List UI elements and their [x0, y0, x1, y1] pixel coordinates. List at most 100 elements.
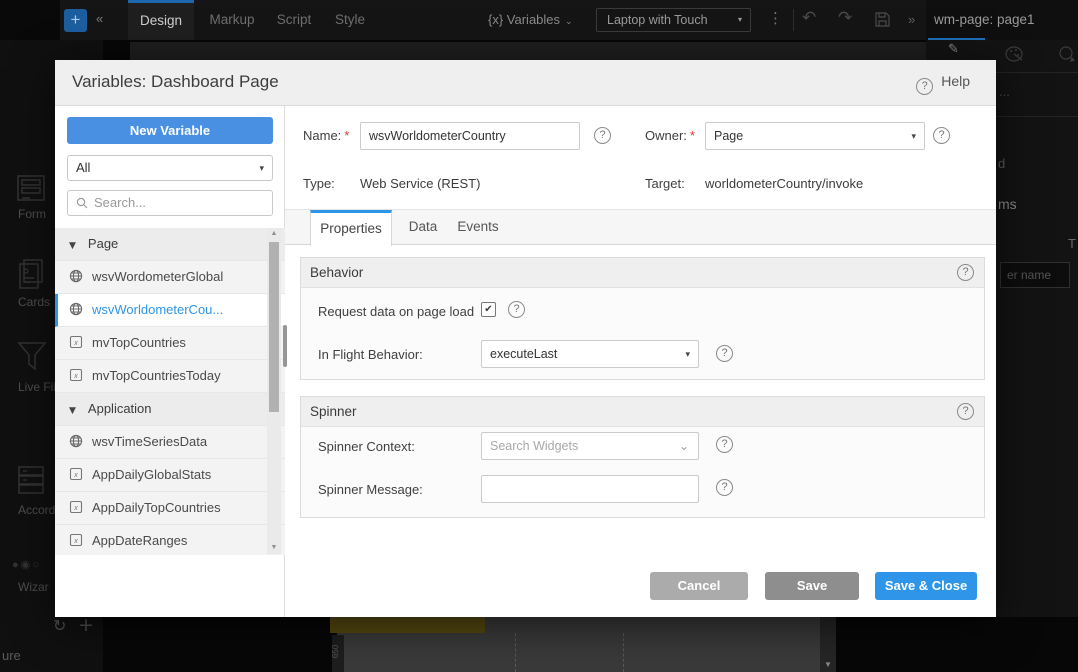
text-fragment: T — [1068, 236, 1076, 251]
spinner-message-help-icon[interactable]: ? — [716, 479, 733, 496]
model-variable-icon: x — [69, 362, 84, 393]
device-select[interactable]: Laptop with Touch ▾ — [596, 8, 751, 32]
tree-item[interactable]: xAppDailyTopCountries — [55, 492, 285, 525]
cancel-button[interactable]: Cancel — [650, 572, 748, 600]
filter-value: All — [76, 160, 90, 175]
palette-icon[interactable] — [1004, 45, 1024, 68]
tree-item-label: mvTopCountriesToday — [92, 368, 221, 383]
help-label: Help — [941, 73, 970, 89]
caret-down-icon: ▼ — [69, 241, 76, 251]
dialog-header: Variables: Dashboard Page ?Help — [55, 60, 996, 106]
refresh-icon[interactable]: ↻ — [53, 616, 66, 635]
chevron-right-double-icon[interactable]: » — [908, 12, 915, 27]
canvas-scrollbar[interactable]: ▼ — [820, 617, 836, 672]
right-panel-remnant: ... d ms T er name — [996, 40, 1078, 617]
chevron-down-icon: ⌄ — [565, 16, 573, 26]
tab-properties[interactable]: Properties — [310, 210, 392, 246]
web-service-icon — [69, 296, 84, 327]
tree-item-label: AppDailyGlobalStats — [92, 467, 211, 482]
tree-item-label: wsvWordometerGlobal — [92, 269, 223, 284]
web-service-icon — [69, 428, 84, 459]
topbar-divider — [793, 9, 794, 31]
collapse-left-icon[interactable]: « — [96, 11, 103, 26]
request-data-help-icon[interactable]: ? — [508, 301, 525, 318]
spinner-help-icon[interactable]: ? — [957, 403, 974, 420]
dialog-title: Variables: Dashboard Page — [72, 72, 279, 92]
tree-item[interactable]: x mvTopCountries — [55, 327, 285, 360]
tree-item-label: wsvWorldometerCou... — [92, 302, 223, 317]
variables-sidebar: New Variable All ▾ Search... ▼ Page wsvWo… — [55, 106, 285, 617]
spinner-message-input[interactable] — [481, 475, 699, 503]
label-text: Name: — [303, 128, 341, 143]
save-file-icon[interactable] — [874, 11, 891, 33]
variables-menu[interactable]: {x} Variables ⌄ — [488, 0, 573, 40]
owner-select[interactable]: Page ▾ — [705, 122, 925, 150]
variable-filter-select[interactable]: All ▾ — [67, 155, 273, 181]
canvas-guide-line — [623, 633, 624, 672]
palette-item-label: Wizar — [18, 580, 49, 594]
variable-search-input[interactable]: Search... — [67, 190, 273, 216]
ruler-label: 650 — [331, 645, 340, 658]
behavior-help-icon[interactable]: ? — [957, 264, 974, 281]
tab-design[interactable]: Design — [128, 0, 194, 40]
request-data-checkbox[interactable]: ✔ — [481, 302, 496, 317]
undo-icon[interactable]: ↶ — [802, 8, 816, 28]
tree-item[interactable]: x mvTopCountriesToday — [55, 360, 285, 393]
name-input-remnant[interactable]: er name — [1000, 262, 1070, 288]
scrollbar-thumb[interactable] — [269, 242, 279, 412]
scroll-down-icon[interactable]: ▼ — [824, 660, 832, 669]
tree-group-page[interactable]: ▼ Page — [55, 228, 285, 261]
tree-item-label: AppDateRanges — [92, 533, 187, 548]
owner-value: Page — [714, 129, 743, 143]
content-scrollbar-thumb[interactable] — [283, 325, 287, 367]
help-link[interactable]: ?Help — [916, 73, 970, 95]
tab-events[interactable]: Events — [453, 210, 503, 246]
caret-down-icon: ▼ — [69, 406, 76, 416]
svg-text:x: x — [73, 538, 78, 545]
tab-data[interactable]: Data — [403, 210, 443, 246]
tree-item[interactable]: x AppDateRanges — [55, 525, 285, 555]
name-help-icon[interactable]: ? — [594, 127, 611, 144]
tree-item[interactable]: wsvWordometerGlobal — [55, 261, 285, 294]
caret-down-icon: ▾ — [911, 123, 916, 149]
new-variable-button[interactable]: New Variable — [67, 117, 273, 144]
svg-text:x: x — [73, 340, 78, 347]
tree-item[interactable]: wsvTimeSeriesData — [55, 426, 285, 459]
text-fragment: ms — [998, 196, 1017, 212]
behavior-section-header: Behavior ? — [301, 258, 984, 288]
caret-down-icon: ▾ — [738, 9, 742, 31]
divider — [996, 72, 1078, 73]
tree-group-label: Page — [88, 236, 118, 251]
add-button[interactable]: + — [64, 9, 87, 32]
tree-item[interactable]: x AppDailyGlobalStats — [55, 459, 285, 492]
inflight-select[interactable]: executeLast ▾ — [481, 340, 699, 368]
tree-item-label: mvTopCountries — [92, 335, 186, 350]
inflight-help-icon[interactable]: ? — [716, 345, 733, 362]
model-variable-icon: x — [69, 329, 84, 360]
kebab-menu-icon[interactable]: ⋮ — [768, 9, 783, 27]
inspect-zoom-icon[interactable] — [1058, 45, 1076, 68]
palette-item-label: Live Filt — [18, 380, 59, 394]
tab-script[interactable]: Script — [266, 0, 322, 40]
pencil-icon[interactable]: ✎ — [948, 42, 959, 57]
svg-text:x: x — [73, 472, 78, 479]
page-breadcrumb[interactable]: wm-page: page1 — [934, 0, 1035, 40]
plus-icon[interactable]: + — [78, 614, 94, 636]
spinner-context-select[interactable]: Search Widgets ⌄ — [481, 432, 699, 460]
tab-markup[interactable]: Markup — [202, 0, 262, 40]
scroll-down-icon[interactable]: ▼ — [267, 542, 281, 554]
tab-style[interactable]: Style — [324, 0, 376, 40]
spinner-context-help-icon[interactable]: ? — [716, 436, 733, 453]
variables-menu-label: {x} Variables — [488, 12, 560, 27]
redo-icon[interactable]: ↷ — [838, 8, 852, 28]
search-icon — [76, 195, 94, 210]
canvas-highlighted-widget[interactable] — [330, 617, 485, 633]
tree-item-selected[interactable]: wsvWorldometerCou... — [55, 294, 285, 327]
save-button[interactable]: Save — [765, 572, 859, 600]
name-input[interactable] — [360, 122, 580, 150]
scroll-up-icon[interactable]: ▲ — [267, 228, 281, 240]
save-and-close-button[interactable]: Save & Close — [875, 572, 977, 600]
sidebar-scrollbar[interactable]: ▲ ▼ — [267, 228, 281, 554]
tree-group-application[interactable]: ▼Application — [55, 393, 285, 426]
owner-help-icon[interactable]: ? — [933, 127, 950, 144]
